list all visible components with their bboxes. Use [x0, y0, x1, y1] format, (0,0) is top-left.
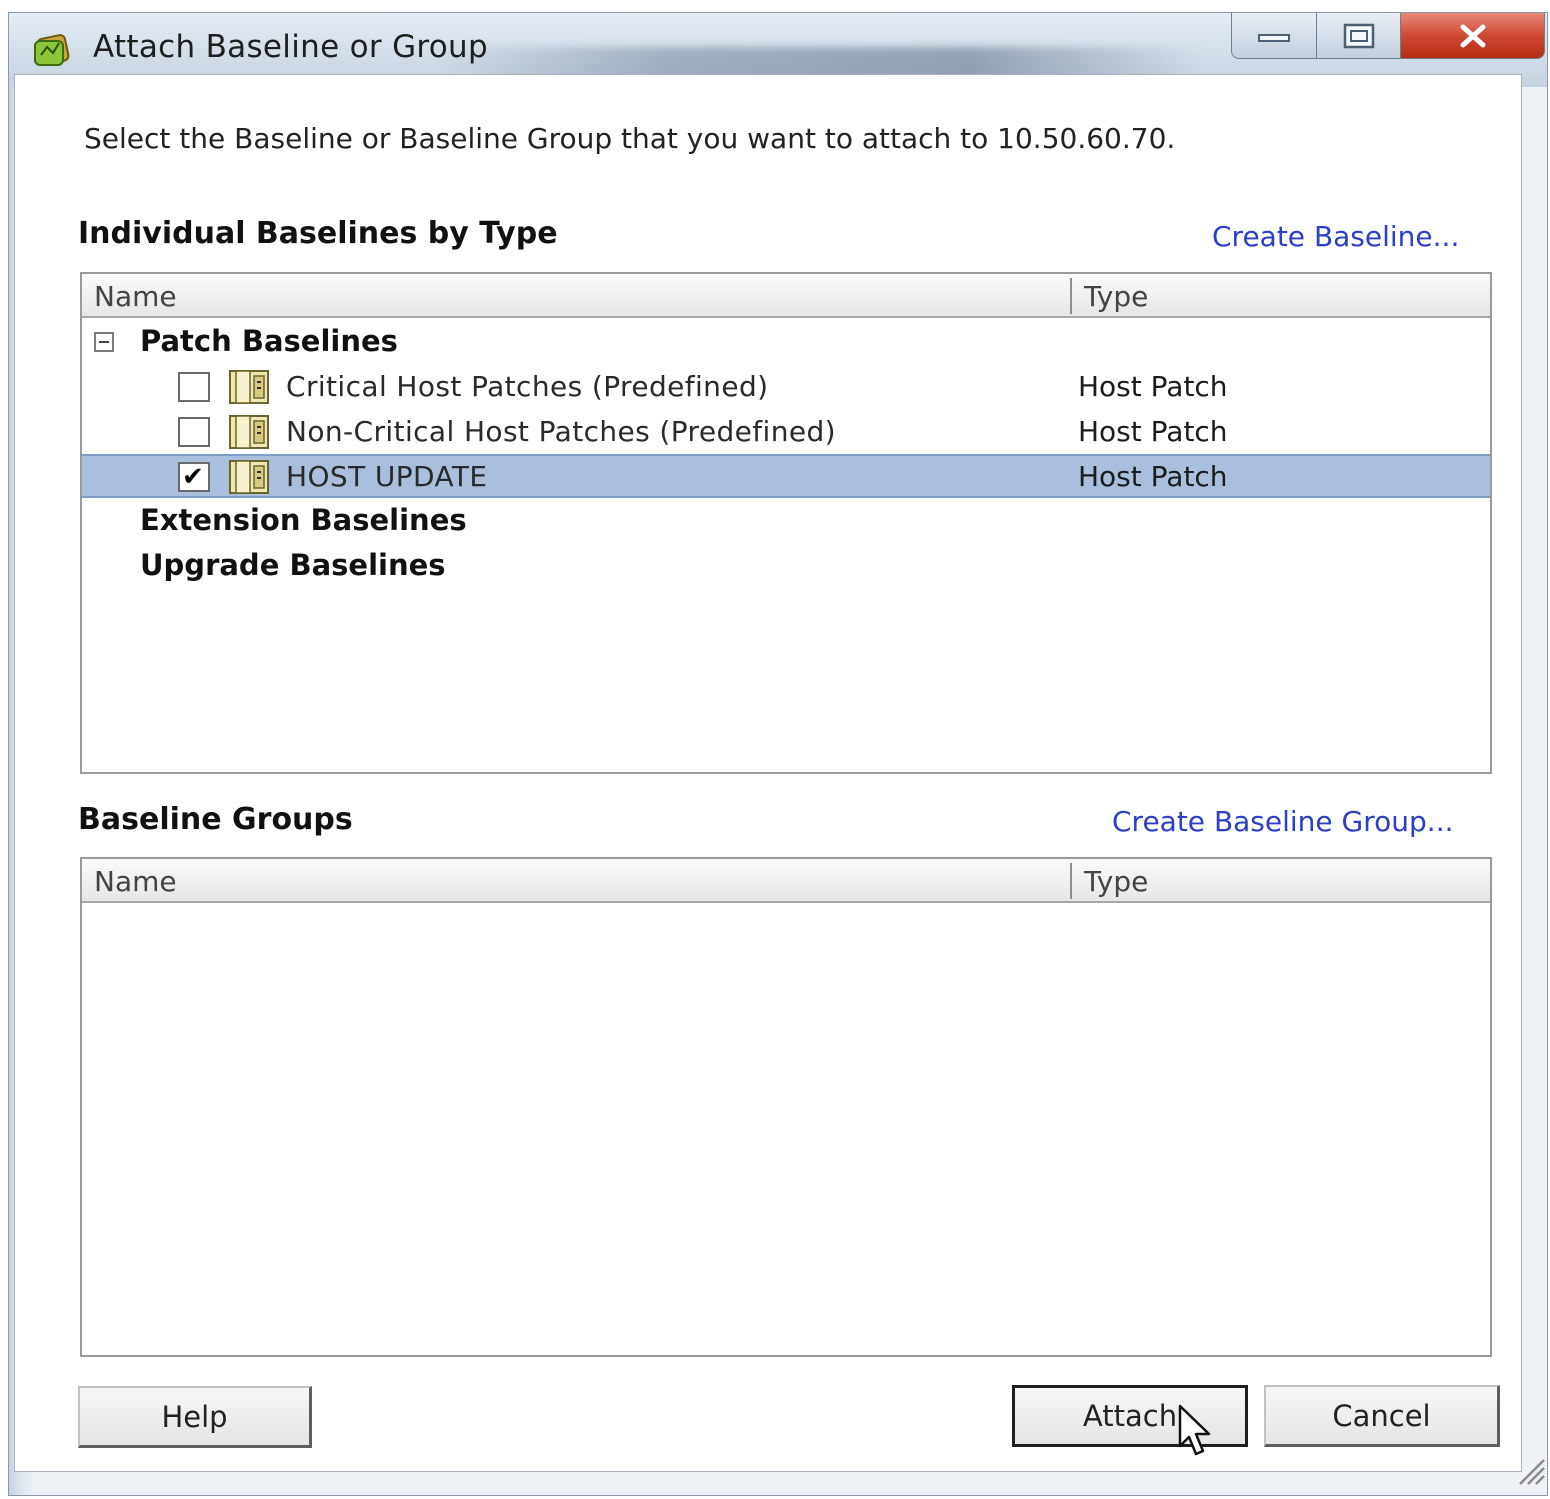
group-row-upgrade-baselines[interactable]: Upgrade Baselines	[82, 544, 1490, 588]
grid-header: Name Type	[82, 274, 1490, 318]
individual-baselines-grid: Name Type Patch Baselines Critical Host …	[80, 272, 1492, 774]
column-header-type[interactable]: Type	[1084, 865, 1148, 898]
help-button[interactable]: Help	[78, 1386, 312, 1448]
baseline-row-selected[interactable]: ✔ HOST UPDATE Host Patch	[82, 454, 1490, 498]
group-label: Extension Baselines	[140, 503, 467, 537]
baseline-name: Non-Critical Host Patches (Predefined)	[286, 415, 836, 448]
group-row-extension-baselines[interactable]: Extension Baselines	[82, 499, 1490, 543]
close-icon	[1460, 24, 1485, 47]
baseline-groups-heading: Baseline Groups	[78, 802, 353, 837]
baseline-name: Critical Host Patches (Predefined)	[286, 370, 769, 403]
baseline-icon	[229, 415, 269, 449]
baseline-checkbox[interactable]	[178, 417, 210, 447]
minimize-button[interactable]	[1231, 13, 1317, 59]
maximize-button[interactable]	[1317, 13, 1401, 59]
column-divider[interactable]	[1070, 863, 1072, 899]
create-baseline-group-link[interactable]: Create Baseline Group...	[1112, 805, 1454, 838]
minimize-icon	[1258, 33, 1290, 42]
individual-baselines-heading: Individual Baselines by Type	[78, 216, 558, 251]
baseline-type: Host Patch	[1078, 370, 1228, 403]
baseline-row[interactable]: Critical Host Patches (Predefined) Host …	[82, 364, 1490, 408]
cancel-button[interactable]: Cancel	[1264, 1385, 1500, 1447]
window-title: Attach Baseline or Group	[93, 29, 488, 65]
column-divider[interactable]	[1070, 278, 1072, 314]
baseline-icon	[229, 370, 269, 404]
column-header-type[interactable]: Type	[1084, 280, 1148, 313]
baseline-type: Host Patch	[1078, 460, 1228, 493]
create-baseline-link[interactable]: Create Baseline...	[1212, 220, 1459, 253]
window-controls	[1231, 13, 1545, 59]
baseline-checkbox-checked[interactable]: ✔	[178, 462, 210, 492]
baseline-row[interactable]: Non-Critical Host Patches (Predefined) H…	[82, 409, 1490, 453]
collapse-icon[interactable]	[94, 332, 114, 352]
grid-header: Name Type	[82, 859, 1490, 903]
resize-grip-icon[interactable]	[1510, 1450, 1546, 1486]
baseline-name: HOST UPDATE	[286, 460, 488, 493]
checkmark-icon: ✔	[182, 462, 204, 492]
baseline-icon	[229, 460, 269, 494]
column-header-name[interactable]: Name	[94, 280, 177, 313]
baseline-checkbox[interactable]	[178, 372, 210, 402]
baseline-type: Host Patch	[1078, 415, 1228, 448]
instruction-text: Select the Baseline or Baseline Group th…	[84, 122, 1176, 155]
close-button[interactable]	[1401, 13, 1545, 59]
maximize-icon	[1343, 23, 1374, 48]
mouse-cursor-icon	[1178, 1404, 1211, 1456]
group-label: Upgrade Baselines	[140, 548, 446, 582]
app-icon	[34, 34, 70, 66]
group-row-patch-baselines[interactable]: Patch Baselines	[82, 320, 1490, 364]
column-header-name[interactable]: Name	[94, 865, 177, 898]
group-label: Patch Baselines	[140, 324, 398, 358]
baseline-groups-grid: Name Type	[80, 857, 1492, 1357]
